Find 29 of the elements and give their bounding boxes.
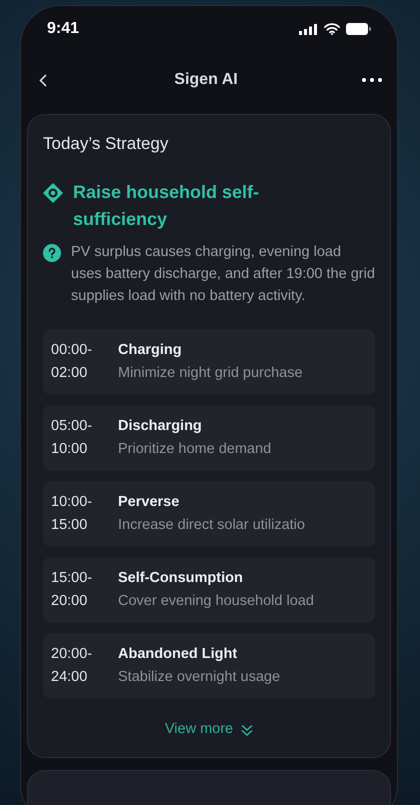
card-title: Today’s Strategy	[43, 133, 170, 155]
battery-icon	[346, 23, 371, 35]
time-range: 00:00- 02:00	[51, 341, 94, 383]
strategy-description: PV surplus causes charging, evening load uses battery discharge, and after 19:00 the grid supplies load with no battery activity.	[71, 243, 375, 306]
mode-title: Perverse	[118, 493, 180, 512]
nav-title: Sigen AI	[174, 70, 238, 90]
signal-icon	[299, 24, 318, 34]
status-time: 9:41	[47, 19, 80, 39]
mode-detail: Increase direct solar utilizatio	[118, 516, 305, 535]
mode-title: Charging	[118, 341, 183, 360]
time-range: 20:00- 24:00	[51, 645, 94, 687]
mode-detail: Minimize night grid purchase	[118, 364, 303, 383]
back-icon	[39, 74, 47, 86]
mode-title: Discharging	[118, 417, 203, 436]
mode-title: Self-Consumption	[118, 569, 244, 588]
time-range: 15:00- 20:00	[51, 569, 94, 611]
more-icon	[362, 78, 382, 82]
double-chevron-icon	[241, 724, 254, 736]
wifi-icon	[324, 23, 340, 35]
time-range: 10:00- 15:00	[51, 493, 94, 535]
target-icon	[43, 183, 63, 203]
mode-detail: Stabilize overnight usage	[118, 668, 280, 687]
mode-detail: Cover evening household load	[118, 592, 314, 611]
mode-detail: Prioritize home demand	[118, 440, 272, 459]
help-icon	[43, 244, 61, 262]
strategy-goal: Raise household self-sufficiency	[73, 181, 260, 231]
time-range: 05:00- 10:00	[51, 417, 94, 459]
mode-title: Abandoned Light	[118, 645, 238, 664]
view-more-button[interactable]: View more	[164, 719, 254, 741]
